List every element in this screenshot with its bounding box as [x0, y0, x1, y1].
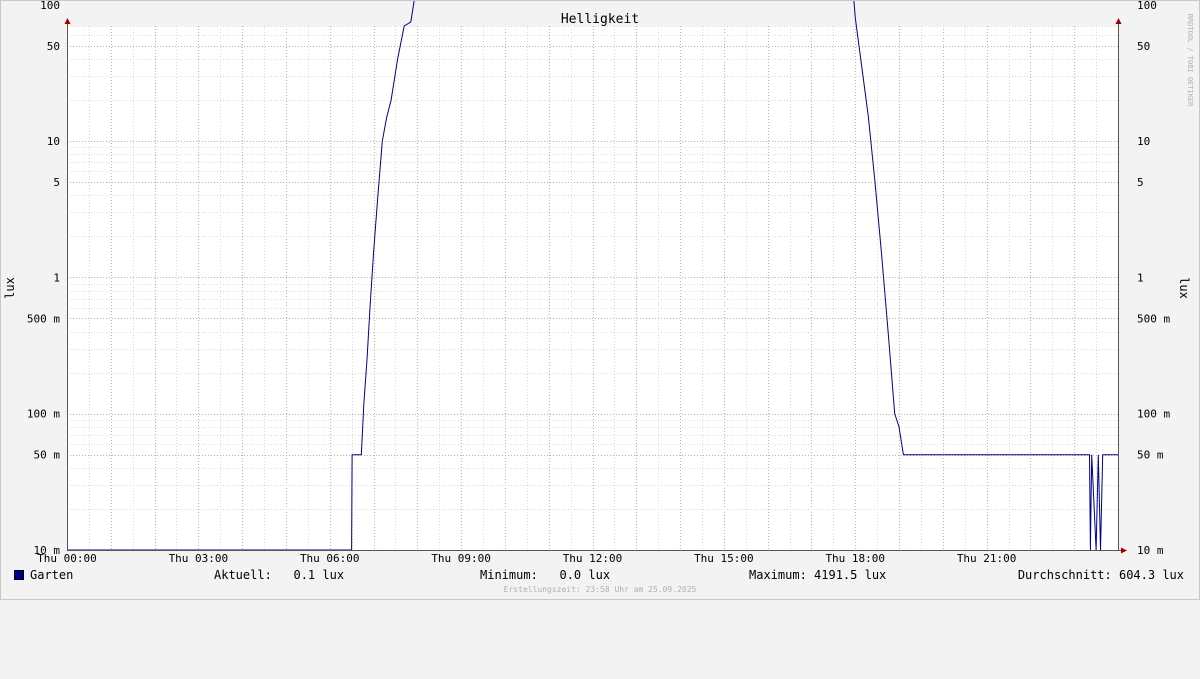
legend-swatch-garten [14, 570, 24, 580]
y-tick-label-left: 100 m [27, 408, 60, 421]
legend: Garten Aktuell: 0.1 lux Minimum: 0.0 lux… [14, 567, 1186, 583]
y-tick-label-right: 5 [1137, 176, 1144, 189]
y-tick-label-right: 100 [1137, 0, 1157, 12]
y-tick-label-right: 1 [1137, 271, 1144, 284]
x-tick-label: Thu 03:00 [169, 552, 229, 565]
y-tick-label-right: 500 m [1137, 312, 1170, 325]
y-axis-arrow-left [64, 18, 71, 24]
y-tick-label-left: 50 m [34, 449, 61, 462]
x-tick-label: Thu 09:00 [431, 552, 491, 565]
y-tick-label-left: 10 [47, 135, 60, 148]
y-tick-label-left: 50 [47, 40, 60, 53]
plot-background [67, 26, 1118, 550]
legend-average: Durchschnitt: 604.3 lux [1017, 568, 1184, 582]
y-axis-label-right: lux [1177, 277, 1191, 299]
x-tick-label: Thu 00:00 [37, 552, 97, 565]
y-tick-label-right: 10 [1137, 135, 1150, 148]
y-tick-label-left: 5 [53, 176, 60, 189]
footer-creation-time: Erstellungszeit: 23:58 Uhr am 25.09.2025 [503, 585, 697, 594]
y-tick-label-left: 100 [40, 0, 60, 12]
chart-title: Helligkeit [561, 12, 639, 27]
x-tick-label: Thu 12:00 [563, 552, 623, 565]
y-tick-label-right: 50 [1137, 40, 1150, 53]
x-tick-label: Thu 21:00 [957, 552, 1017, 565]
x-tick-label: Thu 18:00 [825, 552, 885, 565]
legend-series-name: Garten [30, 568, 74, 582]
y-tick-label-right: 50 m [1137, 449, 1164, 462]
x-tick-label: Thu 06:00 [300, 552, 360, 565]
y-tick-label-left: 1 [53, 271, 60, 284]
y-axis-arrow-right [1115, 18, 1122, 24]
y-axis-label-left: lux [3, 277, 17, 299]
y-tick-label-left: 500 m [27, 312, 60, 325]
x-tick-label: Thu 15:00 [694, 552, 754, 565]
legend-maximum: Maximum: 4191.5 lux [749, 568, 887, 582]
watermark: RRDTOOL / TOBI OETIKER [1186, 14, 1194, 108]
y-tick-label-right: 10 m [1137, 544, 1164, 557]
legend-minimum: Minimum: 0.0 lux [480, 568, 611, 582]
chart-svg: 10 m 10 m50 m 50 m100 m 100 m500 m 500 m1 15 5… [3, 0, 1194, 565]
legend-current: Aktuell: 0.1 lux [214, 568, 345, 582]
y-tick-label-right: 100 m [1137, 408, 1170, 421]
x-axis-arrow [1121, 547, 1127, 554]
